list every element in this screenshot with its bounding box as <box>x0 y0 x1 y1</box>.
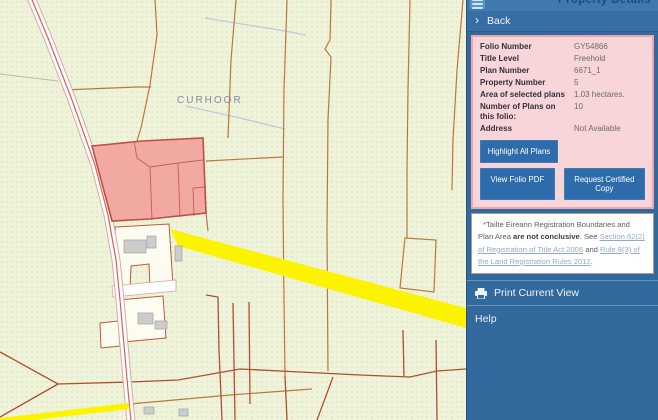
detail-label: Plan Number <box>480 66 570 76</box>
detail-grid: Folio Number GY54866 Title Level Freehol… <box>480 42 645 134</box>
disclaimer-box: *Tailte Éireann Registration Boundaries … <box>471 213 654 274</box>
disclaimer-text: and <box>583 245 600 254</box>
map-graphics: CURHOOR <box>0 0 466 420</box>
print-current-view-button[interactable]: Print Current View <box>467 280 658 306</box>
highlight-all-plans-button[interactable]: Highlight All Plans <box>480 140 558 163</box>
land-registry-map-app: CURHOOR Property Details › Back Folio Nu… <box>0 0 658 420</box>
disclaimer-text: . <box>591 257 593 266</box>
detail-value: 10 <box>574 102 645 122</box>
detail-label: Folio Number <box>480 42 570 52</box>
back-label: Back <box>487 15 510 27</box>
detail-label: Area of selected plans <box>480 90 570 100</box>
help-label: Help <box>475 313 497 325</box>
selected-parcel-highlight[interactable] <box>92 138 206 221</box>
menu-icon[interactable] <box>470 0 485 9</box>
help-button[interactable]: Help <box>467 306 658 332</box>
request-certified-copy-button[interactable]: Request Certified Copy <box>564 168 645 200</box>
map-canvas[interactable]: CURHOOR <box>0 0 466 420</box>
print-label: Print Current View <box>494 287 579 299</box>
detail-value: 6671_1 <box>574 66 645 76</box>
townland-label: CURHOOR <box>177 95 243 106</box>
detail-label: Address <box>480 124 570 134</box>
detail-label: Number of Plans on this folio: <box>480 102 570 122</box>
printer-icon <box>475 288 487 299</box>
chevron-right-icon: › <box>475 14 479 26</box>
back-button[interactable]: › Back <box>467 11 658 32</box>
detail-label: Title Level <box>480 54 570 64</box>
view-folio-pdf-button[interactable]: View Folio PDF <box>480 168 555 200</box>
map-background <box>0 0 466 420</box>
sidebar-title: Property Details <box>558 0 651 6</box>
disclaimer-bold-text: are not conclusive <box>513 232 580 241</box>
disclaimer-text: . See <box>580 232 600 241</box>
detail-value: Freehold <box>574 54 645 64</box>
detail-value: 1.03 hectares. <box>574 90 645 100</box>
sidebar-header: Property Details <box>467 0 658 11</box>
detail-value: 5 <box>574 78 645 88</box>
detail-value: GY54866 <box>574 42 645 52</box>
property-details-panel: Folio Number GY54866 Title Level Freehol… <box>471 35 654 209</box>
detail-label: Property Number <box>480 78 570 88</box>
property-details-sidebar: Property Details › Back Folio Number GY5… <box>466 0 658 420</box>
detail-value: Not Available <box>574 124 645 134</box>
